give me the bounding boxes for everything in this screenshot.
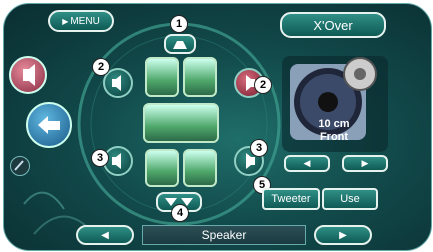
tweeter-use-button[interactable]: Use — [322, 188, 378, 210]
seat-rear-left — [145, 149, 179, 187]
speaker-setup-screen: ▶ MENU X'Over 1 2 2 3 3 4 5 10 cm Front … — [3, 3, 432, 251]
center-speaker-icon — [173, 41, 187, 49]
return-button[interactable] — [26, 102, 72, 148]
speaker-prev-button[interactable]: ◀ — [284, 155, 330, 172]
arrow-left-icon: ◀ — [101, 229, 109, 241]
arrow-right-icon: ▶ — [339, 229, 347, 241]
speaker-icon — [23, 64, 35, 86]
footer-next-button[interactable]: ▶ — [314, 225, 372, 245]
speaker-mode-button[interactable] — [9, 56, 47, 94]
car-seats-icon — [141, 57, 221, 187]
menu-label: MENU — [70, 15, 100, 27]
speaker-icon — [112, 153, 121, 169]
seat-rear-right — [183, 149, 217, 187]
footer-title-bar: Speaker — [142, 225, 306, 245]
xover-button[interactable]: X'Over — [280, 12, 386, 38]
speaker-position-text: Front — [319, 131, 349, 143]
menu-icon: ▶ — [62, 16, 69, 26]
speaker-size-text: 10 cm — [318, 118, 350, 130]
seat-front-left — [145, 57, 179, 97]
tweeter-value: Use — [340, 193, 360, 205]
screen-frame: ▶ MENU X'Over 1 2 2 3 3 4 5 10 cm Front … — [0, 0, 433, 252]
menu-button[interactable]: ▶ MENU — [48, 10, 114, 32]
tool-button[interactable] — [10, 156, 30, 176]
arrow-right-icon: ▶ — [361, 158, 369, 168]
tweeter-label-box: Tweeter — [262, 188, 320, 210]
return-icon — [38, 116, 60, 134]
speaker-next-button[interactable]: ▶ — [342, 155, 388, 172]
marker-2-right: 2 — [254, 76, 272, 94]
footer-prev-button[interactable]: ◀ — [76, 225, 134, 245]
marker-3-right: 3 — [250, 139, 268, 157]
seat-front-right — [183, 57, 217, 97]
marker-3-left: 3 — [91, 149, 109, 167]
marker-4: 4 — [171, 204, 189, 222]
footer-title: Speaker — [201, 228, 247, 242]
marker-1: 1 — [170, 15, 188, 33]
arrow-left-icon: ◀ — [303, 158, 311, 168]
center-speaker-button[interactable] — [164, 34, 196, 54]
speaker-icon — [112, 75, 121, 91]
seat-middle — [143, 103, 219, 143]
tweeter-label: Tweeter — [271, 193, 311, 205]
marker-2-left: 2 — [92, 58, 110, 76]
xover-label: X'Over — [313, 17, 353, 33]
tool-icon — [14, 160, 24, 171]
